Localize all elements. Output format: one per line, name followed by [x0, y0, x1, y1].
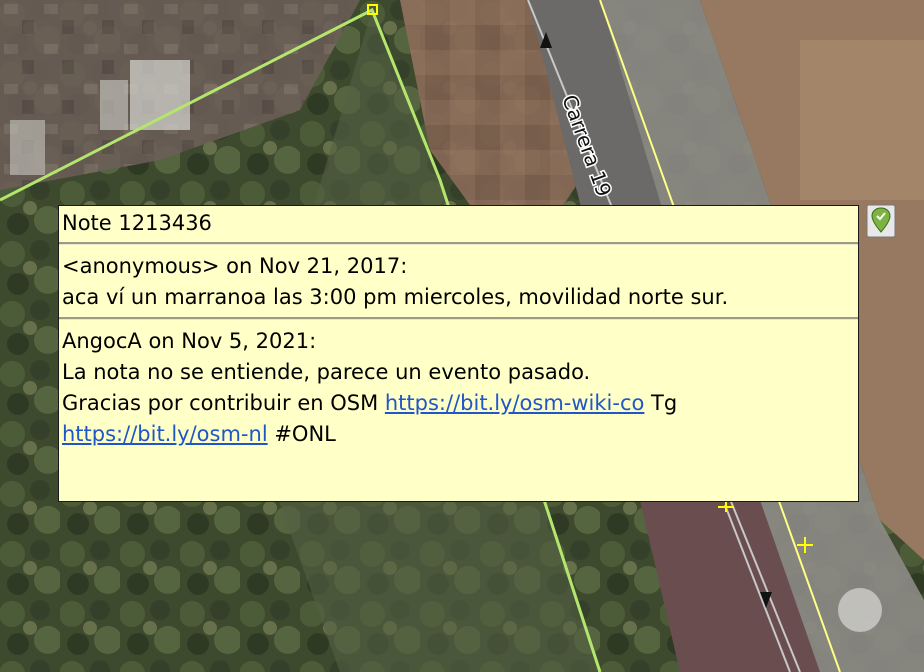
imagery-roof — [100, 80, 128, 130]
imagery-roof — [10, 120, 45, 175]
comment-text: Gracias por contribuir en OSM — [62, 391, 385, 415]
imagery-right-block — [800, 40, 924, 200]
note-comment: <anonymous> on Nov 21, 2017: aca ví un m… — [59, 245, 858, 317]
comment-header: AngocA on Nov 5, 2021: — [62, 329, 317, 353]
note-comment: AngocA on Nov 5, 2021: La nota no se ent… — [59, 320, 858, 454]
wiki-link[interactable]: https://bit.ly/osm-wiki-co — [385, 391, 645, 415]
note-marker-icon[interactable] — [866, 204, 896, 238]
comment-text: Tg — [644, 391, 678, 415]
imagery-tree — [838, 588, 882, 632]
comment-text: #ONL — [267, 422, 336, 446]
note-popup: Note 1213436 <anonymous> on Nov 21, 2017… — [58, 205, 859, 502]
comment-text: La nota no se entiende, parece un evento… — [62, 360, 591, 384]
note-title: Note 1213436 — [62, 211, 212, 235]
comment-text: aca ví un marranoa las 3:00 pm miercoles… — [62, 285, 729, 309]
osm-nl-link[interactable]: https://bit.ly/osm-nl — [62, 422, 268, 446]
comment-text-line: Gracias por contribuir en OSM https://bi… — [62, 388, 855, 419]
comment-text-line: https://bit.ly/osm-nl #ONL — [62, 419, 855, 450]
comment-header: <anonymous> on Nov 21, 2017: — [62, 254, 408, 278]
